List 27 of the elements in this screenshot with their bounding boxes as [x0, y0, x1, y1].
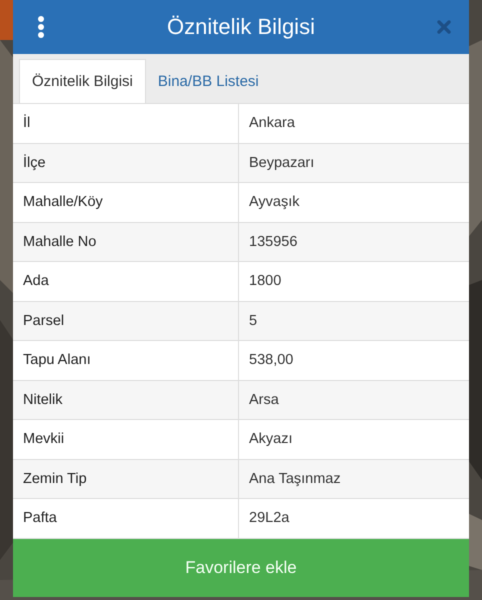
- table-cell: Parsel: [13, 302, 239, 340]
- dialog-title: Öznitelik Bilgisi: [167, 14, 315, 40]
- table-cell: Ada: [13, 262, 239, 300]
- menu-icon[interactable]: [37, 15, 45, 39]
- tab[interactable]: Öznitelik Bilgisi: [19, 59, 146, 103]
- table-cell: Pafta: [13, 499, 239, 538]
- table-cell-text: Ayvaşık: [248, 193, 301, 212]
- table-cell-text: 29L2a: [248, 509, 290, 528]
- table-cell: Tapu Alanı: [13, 341, 239, 380]
- table-cell: Zemin Tip: [13, 460, 239, 498]
- table-cell: İl: [13, 104, 239, 142]
- table-cell: Mevkii: [13, 420, 239, 458]
- table-cell-text: 135956: [248, 232, 298, 252]
- table-cell-text: Arsa: [248, 390, 280, 410]
- add-favorite-button[interactable]: Favorilere ekle: [13, 538, 469, 597]
- table-cell: Mahalle/Köy: [13, 183, 239, 222]
- tab[interactable]: Bina/BB Listesi: [146, 59, 271, 103]
- table-cell-text: Ana Taşınmaz: [248, 470, 342, 489]
- table-cell: Nitelik: [13, 380, 239, 419]
- table-cell: İlçe: [13, 144, 239, 182]
- table-cell-text: Ankara: [248, 114, 296, 134]
- table-cell-text: 538,00: [248, 351, 294, 370]
- table-cell-text: Akyazı: [248, 430, 294, 450]
- table-cell-text: 5: [248, 312, 258, 331]
- table-cell-text: 1800: [248, 272, 282, 292]
- table-cell-text: Beypazarı: [248, 154, 316, 173]
- table-cell: Mahalle No: [13, 222, 239, 261]
